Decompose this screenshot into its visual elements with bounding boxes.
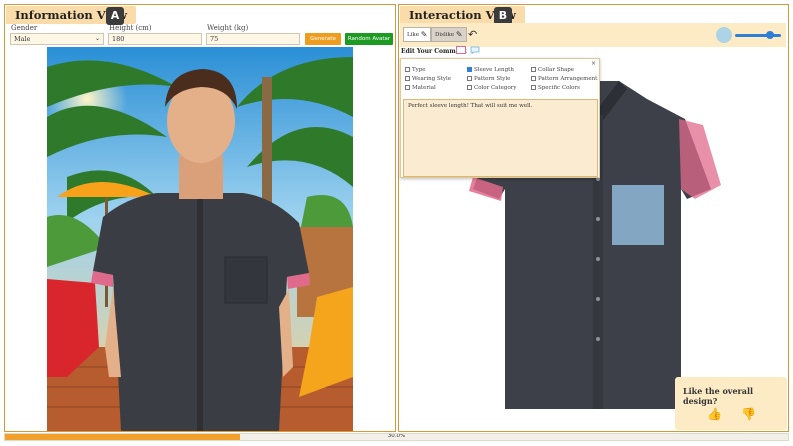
pencil-icon: ✎ <box>420 30 428 39</box>
brush-size-slider[interactable] <box>735 34 781 37</box>
dislike-button-label: Dislike <box>435 32 455 38</box>
attribute-checkbox-label: Color Category <box>474 85 517 91</box>
attribute-checkbox[interactable]: Specific Colors <box>531 85 580 92</box>
chevron-down-icon: ⌄ <box>94 35 100 42</box>
thumbs-up-icon[interactable]: 👍 <box>707 407 722 421</box>
attribute-checkbox[interactable]: Pattern Arrangement <box>531 76 597 83</box>
attribute-checkbox[interactable]: Wearing Style <box>405 76 451 83</box>
comment-icon[interactable] <box>470 46 480 54</box>
checkbox-checked-icon[interactable] <box>467 67 472 72</box>
checkbox-icon[interactable] <box>467 85 472 90</box>
eraser-icon[interactable] <box>456 46 466 54</box>
height-label: Height (cm) <box>109 24 152 32</box>
gender-label: Gender <box>11 24 38 32</box>
checkbox-icon[interactable] <box>531 76 536 81</box>
like-button[interactable]: Like ✎ <box>403 27 432 42</box>
checkbox-icon[interactable] <box>531 67 536 72</box>
panel-badge-a: A <box>106 7 124 25</box>
attribute-checkbox-label: Type <box>412 67 426 73</box>
attribute-checkbox[interactable]: Color Category <box>467 85 517 92</box>
checkbox-icon[interactable] <box>405 67 410 72</box>
height-input[interactable]: 180 <box>108 33 202 45</box>
close-icon[interactable]: × <box>591 60 596 67</box>
checkbox-icon[interactable] <box>531 85 536 90</box>
comment-popup: × Type Sleeve Length Collar Shape Wearing S… <box>400 58 600 178</box>
checkbox-icon[interactable] <box>405 76 410 81</box>
interaction-view-panel: Interaction View B Like ✎ Dislike ✎ ↶ Ed… <box>398 4 789 432</box>
weight-label: Weight (kg) <box>207 24 249 32</box>
attribute-checkbox[interactable]: Sleeve Length <box>467 67 514 74</box>
attribute-checkbox[interactable]: Material <box>405 85 436 92</box>
brush-size-slider-thumb[interactable] <box>765 31 774 39</box>
attribute-checkbox[interactable]: Collar Shape <box>531 67 574 74</box>
checkbox-icon[interactable] <box>467 76 472 81</box>
attribute-checkbox-label: Wearing Style <box>412 76 452 82</box>
avatar-image <box>47 47 353 431</box>
random-avatar-button[interactable]: Random Avatar <box>345 33 393 45</box>
thumbs-down-icon[interactable]: 👎 <box>741 407 756 421</box>
overall-design-feedback: Like the overall design? 👍 👎 <box>675 377 787 430</box>
attribute-checkbox-label: Collar Shape <box>538 67 575 73</box>
checkbox-icon[interactable] <box>405 85 410 90</box>
comment-textarea[interactable]: Perfect sleeve length! That will suit me… <box>403 99 598 177</box>
toolbar: Like ✎ Dislike ✎ ↶ <box>400 23 786 47</box>
dislike-button[interactable]: Dislike ✎ <box>431 27 467 42</box>
like-button-label: Like <box>407 32 419 38</box>
feedback-question: Like the overall design? <box>683 386 754 406</box>
attribute-checkbox-label: Pattern Arrangement <box>538 76 598 82</box>
attribute-checkbox[interactable]: Pattern Style <box>467 76 510 83</box>
undo-icon[interactable]: ↶ <box>468 28 477 41</box>
gender-value: Male <box>14 35 31 43</box>
weight-input[interactable]: 75 <box>206 33 300 45</box>
attribute-checkbox-label: Material <box>412 85 436 91</box>
attribute-checkbox-label: Sleeve Length <box>474 67 514 73</box>
attribute-checkbox[interactable]: Type <box>405 67 426 74</box>
generate-button[interactable]: Generate <box>305 33 341 45</box>
attribute-checkbox-label: Specific Colors <box>538 85 580 91</box>
gender-select[interactable]: Male ⌄ <box>10 33 104 45</box>
progress-label: 30.0% <box>387 433 406 439</box>
attribute-checkbox-label: Pattern Style <box>474 76 511 82</box>
brush-size-preview <box>716 27 732 43</box>
information-view-panel: Information View A Gender Male ⌄ Height … <box>4 4 396 432</box>
pencil-icon: ✎ <box>455 30 463 39</box>
progress-bar: 30.0% <box>4 433 789 441</box>
